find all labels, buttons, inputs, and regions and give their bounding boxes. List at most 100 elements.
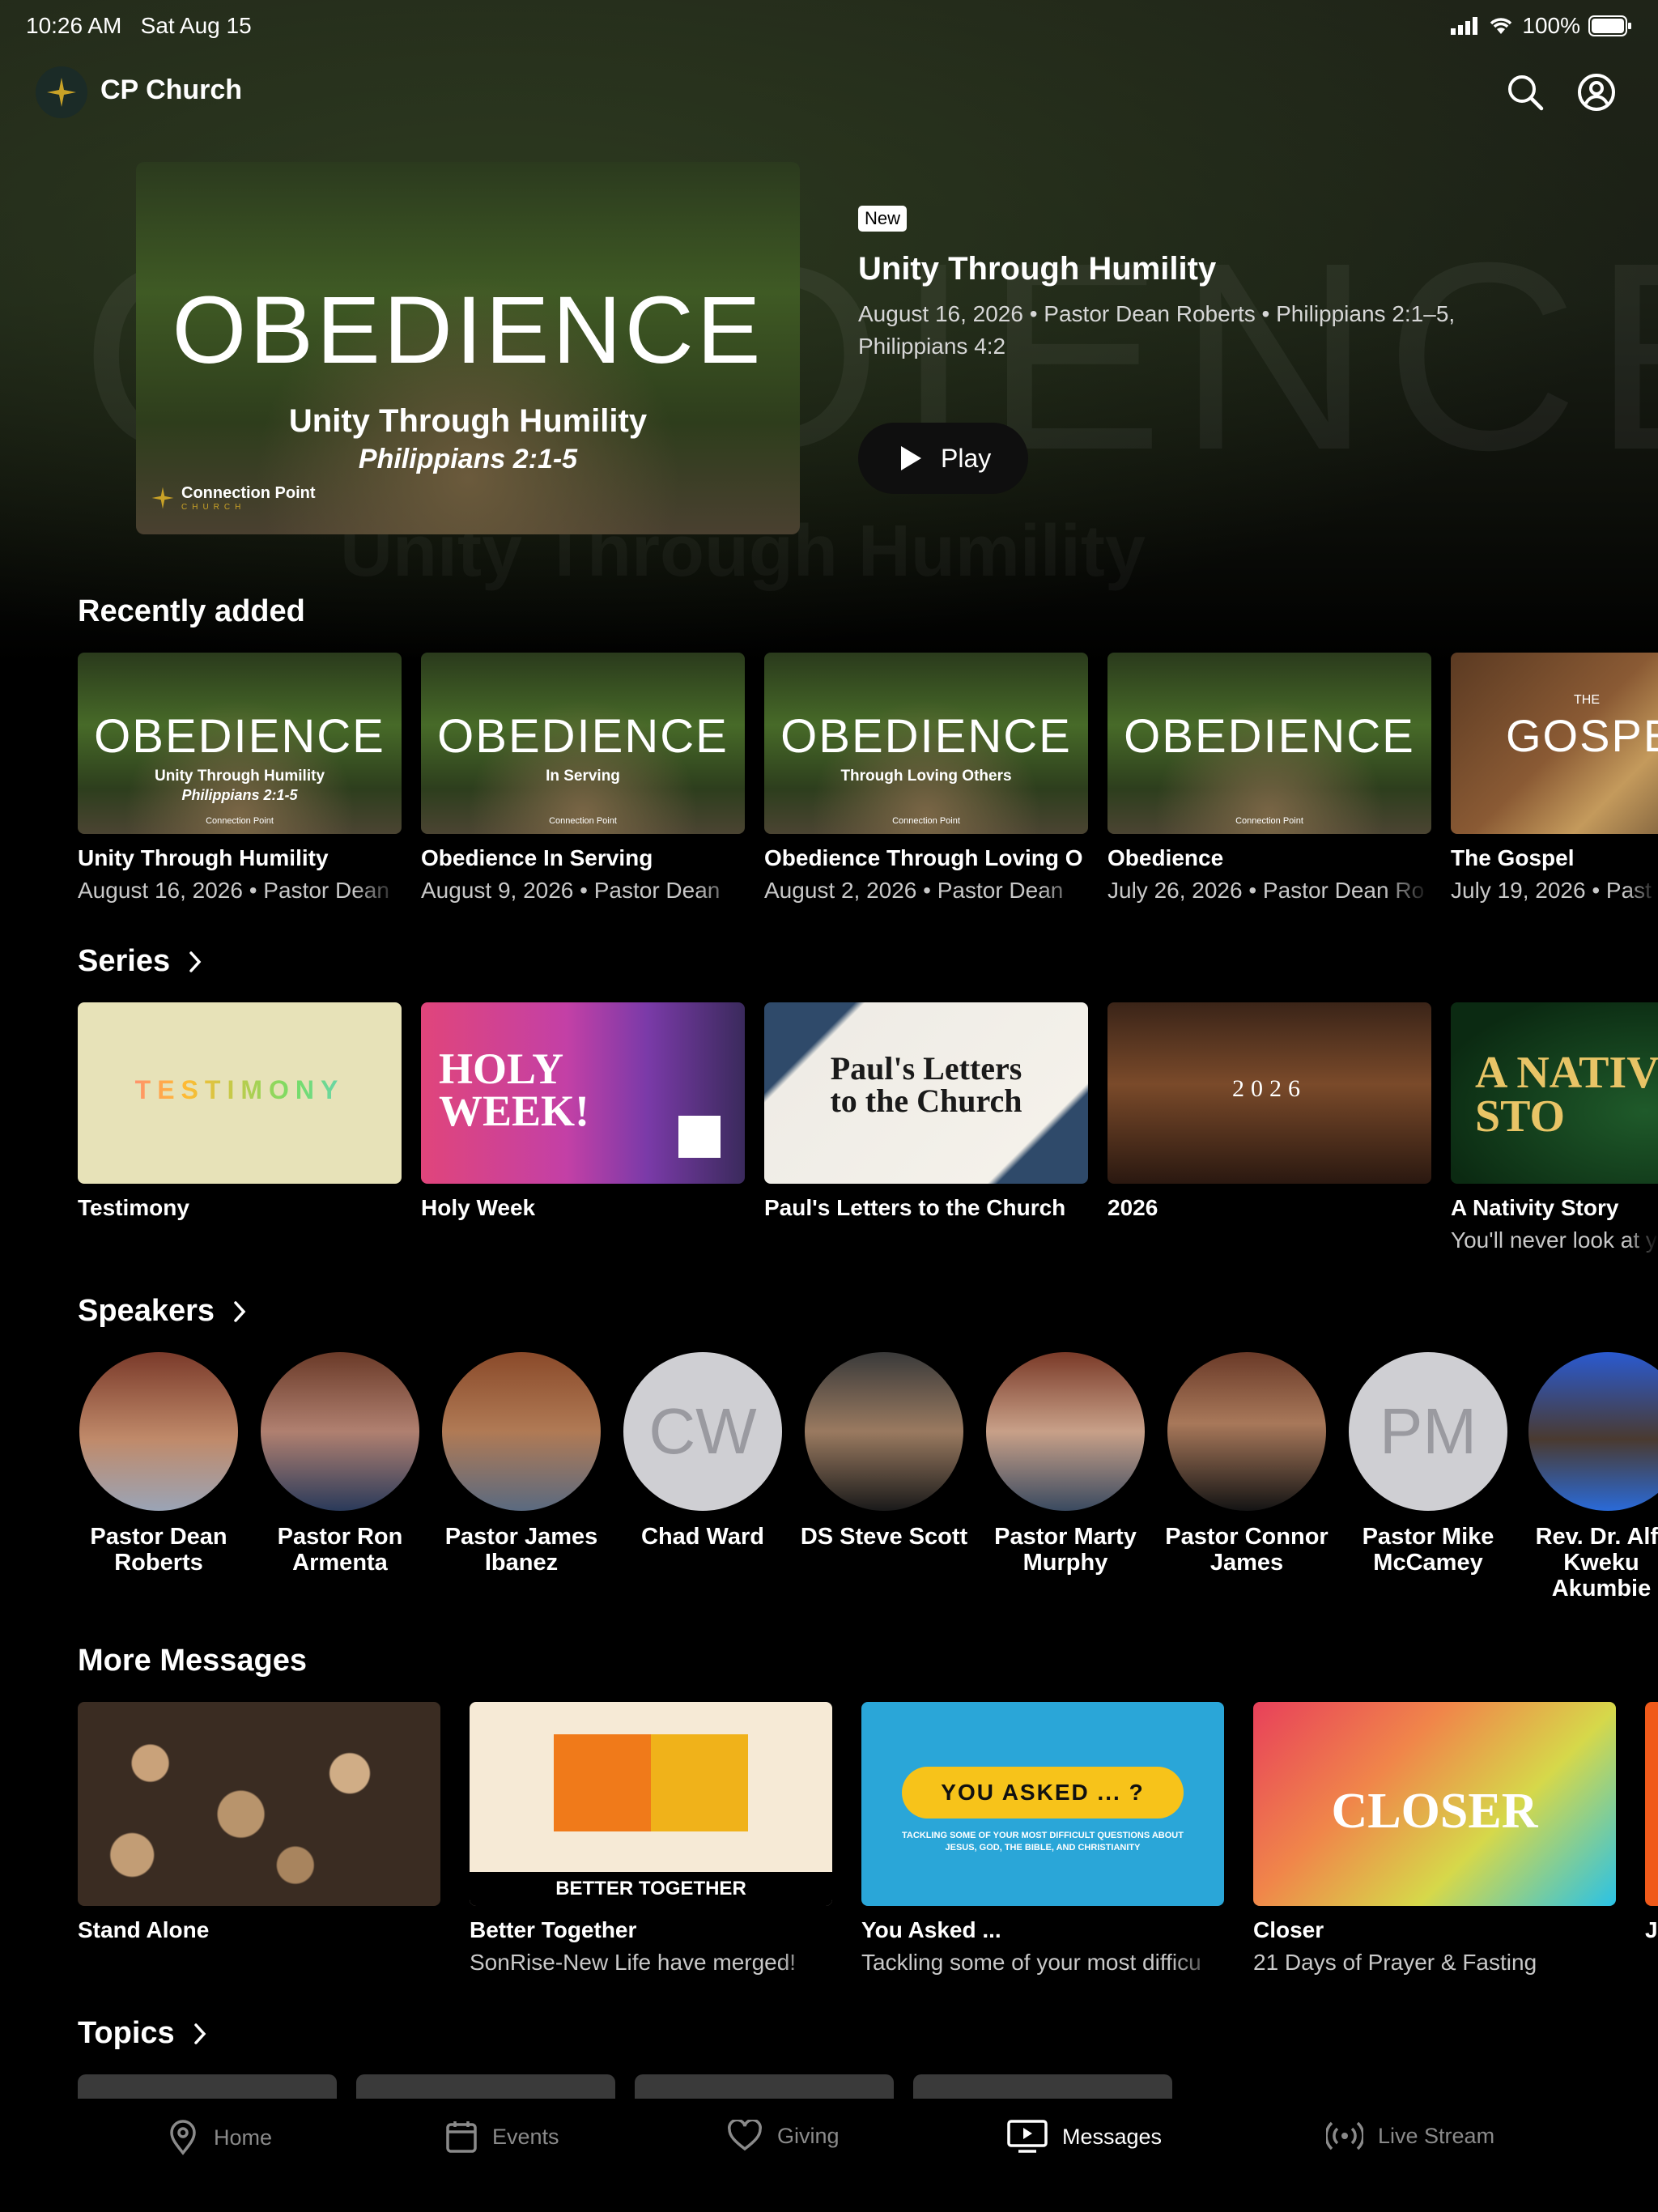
speaker-avatar [805, 1352, 963, 1511]
card-title: J [1645, 1917, 1658, 1942]
heart-icon [728, 2120, 762, 2151]
message-card[interactable]: CLOSER Closer 21 Days of Prayer & Fastin… [1253, 1702, 1616, 1976]
topics-heading[interactable]: Topics [78, 2016, 207, 2051]
card-title: A Nativity Story [1451, 1195, 1619, 1220]
speaker-item[interactable]: Pastor James Ibanez [432, 1352, 610, 1576]
speakers-heading[interactable]: Speakers [78, 1294, 247, 1329]
message-card[interactable]: BETTER TOGETHER Better Together SonRise-… [470, 1702, 832, 1976]
message-card[interactable]: J [1645, 1702, 1658, 1943]
speaker-item[interactable]: CW Chad Ward [614, 1352, 792, 1550]
recent-card[interactable]: THE GOSPE The Gospel July 19, 2026 • Pas… [1451, 653, 1658, 904]
speaker-avatar [442, 1352, 601, 1511]
tab-home[interactable]: Home [167, 2120, 272, 2155]
card-meta: August 2, 2026 • Pastor Dean [764, 878, 1064, 903]
recent-card[interactable]: OBEDIENCE Connection Point Obedience Jul… [1107, 653, 1431, 904]
message-card-thumbnail: CLOSER [1253, 1702, 1616, 1906]
message-card-thumbnail [1645, 1702, 1658, 1906]
profile-button[interactable] [1575, 71, 1618, 113]
card-title: Unity Through Humility [78, 845, 329, 870]
speaker-avatar [986, 1352, 1145, 1511]
message-card[interactable]: Stand Alone [78, 1702, 440, 1943]
thumbnail-word: GOSPE [1506, 710, 1658, 761]
tab-events[interactable]: Events [445, 2120, 559, 2154]
card-title: Obedience In Serving [421, 845, 653, 870]
card-subtitle: SonRise-New Life have merged! [470, 1950, 797, 1975]
speaker-item[interactable]: Pastor Marty Murphy [976, 1352, 1154, 1576]
thumbnail-subtitle: Unity Through Humility [154, 768, 325, 785]
status-bar-indicators: 100% [1451, 13, 1632, 39]
thumbnail-subtext: TACKLING SOME OF YOUR MOST DIFFICULT QUE… [902, 1831, 1184, 1853]
tv-play-icon [1007, 2120, 1048, 2153]
thumbnail-brand: Connection Point [892, 816, 960, 826]
recent-card[interactable]: OBEDIENCE In Serving Connection Point Ob… [421, 653, 745, 904]
card-title: Obedience [1107, 845, 1224, 870]
thumbnail-text: 2026 [1232, 1075, 1307, 1102]
status-date: Sat Aug 15 [140, 13, 252, 38]
series-card-thumbnail: Paul's Letters to the Church [764, 1002, 1088, 1184]
featured-thumbnail-subtitle: Unity Through Humility [288, 403, 648, 439]
message-card[interactable]: YOU ASKED ... ? TACKLING SOME OF YOUR MO… [861, 1702, 1224, 1976]
featured-thumbnail[interactable]: OBEDIENCE Unity Through Humility Philipp… [136, 162, 800, 534]
message-card-thumbnail: YOU ASKED ... ? TACKLING SOME OF YOUR MO… [861, 1702, 1224, 1906]
card-meta: August 9, 2026 • Pastor Dean [421, 878, 721, 903]
series-card[interactable]: HOLY WEEK! Holy Week [421, 1002, 745, 1221]
speaker-item[interactable]: PM Pastor Mike McCamey [1339, 1352, 1517, 1576]
recent-card[interactable]: OBEDIENCE Through Loving Others Connecti… [764, 653, 1088, 904]
series-card[interactable]: A NATIVI STO A Nativity Story You'll nev… [1451, 1002, 1658, 1253]
speaker-item[interactable]: Pastor Ron Armenta [251, 1352, 429, 1576]
card-title: The Gospel [1451, 845, 1575, 870]
tab-live-stream[interactable]: Live Stream [1326, 2120, 1494, 2152]
cellular-signal-icon [1451, 17, 1478, 35]
recent-card-thumbnail: THE GOSPE [1451, 653, 1658, 834]
status-time: 10:26 AM [26, 13, 122, 38]
series-card[interactable]: Paul's Letters to the Church Paul's Lett… [764, 1002, 1088, 1221]
puzzle-piece [651, 1734, 748, 1831]
card-subtitle: Tackling some of your most difficu [861, 1950, 1201, 1975]
card-title: 2026 [1107, 1195, 1158, 1220]
play-button[interactable]: Play [858, 423, 1028, 494]
speaker-initials: PM [1380, 1395, 1477, 1467]
speaker-item[interactable]: DS Steve Scott [795, 1352, 973, 1550]
speaker-avatar [1167, 1352, 1326, 1511]
cross-star-icon [47, 78, 76, 107]
speaker-item[interactable]: Pastor Connor James [1158, 1352, 1336, 1576]
qr-code [678, 1116, 721, 1158]
series-card[interactable]: 2026 2026 [1107, 1002, 1431, 1221]
thumbnail-text: BETTER TOGETHER [470, 1872, 832, 1906]
speaker-name: Pastor Mike McCamey [1362, 1524, 1494, 1576]
speaker-item[interactable]: Pastor Dean Roberts [70, 1352, 248, 1576]
card-title: Obedience Through Loving O [764, 845, 1083, 870]
speaker-name: Rev. Dr. Alfr Kweku Akumbie [1535, 1524, 1658, 1602]
series-card-thumbnail: 2026 [1107, 1002, 1431, 1184]
puzzle-piece [554, 1734, 651, 1831]
thumbnail-word: OBEDIENCE [437, 710, 729, 763]
tab-messages[interactable]: Messages [1007, 2120, 1162, 2154]
thumbnail-word: OBEDIENCE [94, 710, 385, 763]
tab-giving[interactable]: Giving [727, 2120, 840, 2152]
featured-meta: August 16, 2026 • Pastor Dean Roberts • … [858, 301, 1456, 359]
card-subtitle: 21 Days of Prayer & Fasting [1253, 1950, 1537, 1975]
section-title: Topics [78, 2016, 175, 2050]
chevron-right-icon [193, 2023, 206, 2044]
card-meta: July 26, 2026 • Pastor Dean Ro [1107, 878, 1425, 903]
search-button[interactable] [1504, 71, 1546, 113]
speaker-name: Chad Ward [641, 1524, 764, 1550]
series-card-thumbnail: HOLY WEEK! [421, 1002, 745, 1184]
series-heading[interactable]: Series [78, 944, 202, 979]
thumbnail-brand: Connection Point [549, 816, 617, 826]
series-card[interactable]: TESTIMONY Testimony [78, 1002, 402, 1221]
thumbnail-text: Paul's Letters to the Church [830, 1050, 1022, 1119]
thumbnail-word: OBEDIENCE [780, 710, 1072, 763]
speaker-avatar [261, 1352, 419, 1511]
recent-card[interactable]: OBEDIENCE Unity Through Humility Philipp… [78, 653, 402, 904]
featured-title: Unity Through Humility [858, 251, 1217, 287]
church-logo[interactable] [36, 66, 87, 118]
brand-sub: CHURCH [181, 503, 246, 512]
speaker-item[interactable]: Rev. Dr. Alfr Kweku Akumbie [1520, 1352, 1658, 1602]
speaker-avatar [1528, 1352, 1658, 1511]
speaker-avatar: PM [1349, 1352, 1507, 1511]
card-subtitle: You'll never look at y [1451, 1227, 1657, 1253]
section-title: More Messages [78, 1644, 308, 1678]
card-title: Closer [1253, 1917, 1324, 1942]
thumbnail-text: HOLY WEEK! [439, 1044, 590, 1135]
